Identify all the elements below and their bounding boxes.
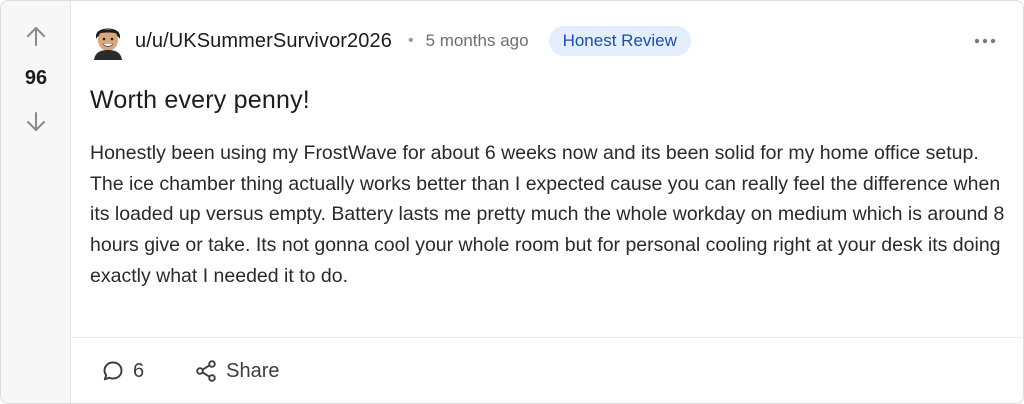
share-icon (196, 360, 216, 382)
share-label: Share (226, 359, 280, 382)
post-card: 96 u/u/UKSummerSurvivor2026 • 5 months a… (0, 0, 1024, 404)
comment-count: 6 (133, 359, 145, 382)
post-footer: 6 Share (101, 353, 280, 389)
comments-button[interactable]: 6 (101, 359, 144, 383)
footer-divider (71, 337, 1023, 338)
more-horizontal-icon (974, 38, 996, 44)
vote-count: 96 (24, 67, 48, 89)
separator-dot: • (407, 32, 414, 49)
avatar[interactable] (91, 22, 125, 60)
vote-rail: 96 (1, 1, 71, 403)
post-title: Worth every penny! (90, 86, 310, 114)
flair-badge[interactable]: Honest Review (548, 26, 691, 56)
post-body: Honestly been using my FrostWave for abo… (90, 142, 1005, 287)
downvote-button[interactable] (22, 108, 50, 136)
comment-icon (103, 361, 123, 381)
arrow-down-icon (27, 112, 45, 131)
post-header: u/u/UKSummerSurvivor2026 • 5 months ago … (91, 21, 1011, 61)
more-options-button[interactable] (971, 27, 999, 55)
post-timestamp: 5 months ago (425, 31, 529, 50)
share-button[interactable]: Share (194, 359, 280, 383)
arrow-up-icon (27, 27, 45, 46)
upvote-button[interactable] (22, 22, 50, 50)
username-link[interactable]: u/u/UKSummerSurvivor2026 (135, 30, 392, 53)
